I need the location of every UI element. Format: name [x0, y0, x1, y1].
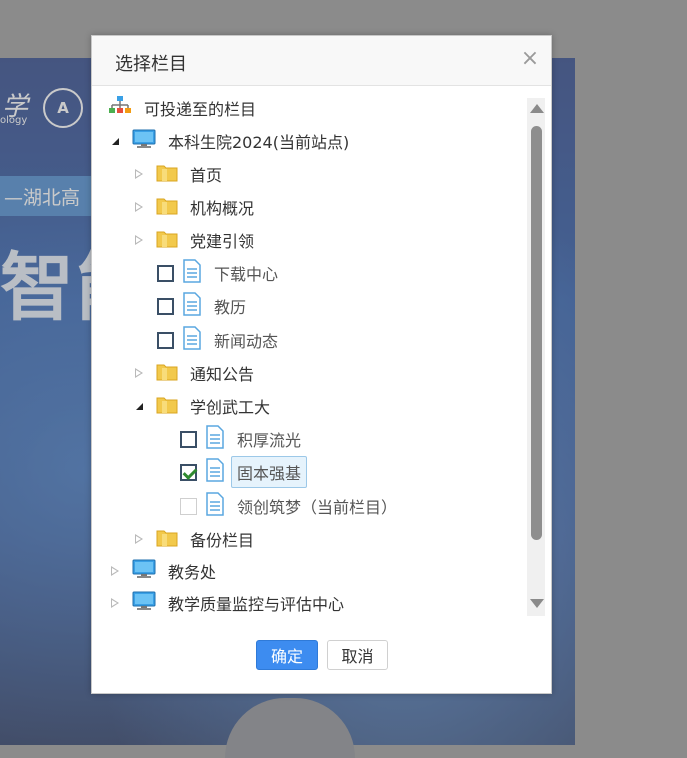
document-icon — [205, 458, 225, 486]
tree-item-label: 机构概况 — [190, 199, 255, 218]
tree-item-label: 学创武工大 — [190, 398, 271, 417]
tree-root-label: 可投递至的栏目 — [144, 100, 257, 119]
collapsed-toggle-icon[interactable] — [132, 366, 146, 380]
tree-item-org[interactable]: 机构概况 — [132, 192, 254, 222]
checkbox[interactable] — [157, 331, 174, 349]
scroll-down-arrow-icon[interactable] — [530, 599, 544, 608]
document-icon — [182, 326, 202, 354]
tree-item-notice[interactable]: 通知公告 — [132, 358, 254, 388]
tree-item-label: 积厚流光 — [237, 431, 302, 450]
document-icon — [205, 492, 225, 520]
tree-item-lingchuang: 领创筑梦（当前栏目） — [180, 491, 397, 521]
expanded-toggle-icon[interactable] — [132, 399, 146, 413]
checkbox[interactable] — [157, 297, 174, 315]
scroll-up-arrow-icon[interactable] — [530, 104, 544, 113]
select-column-dialog: 选择栏目 × 可投递至的栏目 本科生院2024(当前站点) 首页 机构概况 党建… — [91, 35, 552, 694]
background-emblem: A — [43, 88, 83, 128]
tree-item-site-undergrad[interactable]: 本科生院2024(当前站点) — [108, 126, 349, 156]
tree-item-label: 党建引领 — [190, 232, 255, 251]
collapsed-toggle-icon[interactable] — [132, 532, 146, 546]
folder-icon — [156, 361, 178, 385]
tree-item-xuechuang[interactable]: 学创武工大 — [132, 391, 270, 421]
background-person-image — [225, 698, 355, 758]
tree-item-jiaoli[interactable]: 教历 — [157, 291, 246, 321]
tree-item-label: 教务处 — [168, 563, 217, 582]
monitor-icon — [132, 129, 156, 153]
cancel-button[interactable]: 取消 — [327, 640, 388, 670]
folder-icon — [156, 527, 178, 551]
background-logo-subtext: ology — [0, 115, 28, 126]
tree-item-jihou[interactable]: 积厚流光 — [180, 424, 301, 454]
tree-item-label: 领创筑梦（当前栏目） — [237, 498, 398, 517]
column-tree: 可投递至的栏目 本科生院2024(当前站点) 首页 机构概况 党建引领 下载中心… — [102, 89, 545, 622]
folder-icon — [156, 228, 178, 252]
document-icon — [182, 259, 202, 287]
tree-item-site-jiaowu[interactable]: 教务处 — [108, 556, 216, 586]
tree-item-label: 下载中心 — [214, 265, 279, 284]
folder-icon — [156, 162, 178, 186]
folder-icon — [156, 195, 178, 219]
sitemap-icon — [108, 95, 132, 121]
tree-item-label: 本科生院2024(当前站点) — [168, 133, 350, 152]
collapsed-toggle-icon[interactable] — [108, 564, 122, 578]
tree-item-label: 新闻动态 — [214, 332, 279, 351]
tree-item-news[interactable]: 新闻动态 — [157, 325, 278, 355]
tree-item-guben[interactable]: 固本强基 — [180, 456, 308, 488]
collapsed-toggle-icon[interactable] — [132, 167, 146, 181]
scrollbar-thumb[interactable] — [531, 126, 542, 540]
checkbox[interactable] — [157, 264, 174, 282]
tree-item-label: 教历 — [214, 298, 247, 317]
tree-item-label-selected: 固本强基 — [231, 456, 308, 488]
close-icon[interactable]: × — [519, 48, 541, 70]
monitor-icon — [132, 591, 156, 615]
tree-item-label: 备份栏目 — [190, 531, 255, 550]
checkbox-disabled — [180, 497, 197, 515]
background-banner-text: —湖北高 — [0, 176, 100, 216]
tree-item-home[interactable]: 首页 — [132, 159, 222, 189]
tree-item-party[interactable]: 党建引领 — [132, 225, 254, 255]
tree-item-label: 首页 — [190, 166, 223, 185]
expanded-toggle-icon[interactable] — [108, 134, 122, 148]
monitor-icon — [132, 559, 156, 583]
checkbox-checked[interactable] — [180, 463, 197, 481]
collapsed-toggle-icon[interactable] — [108, 596, 122, 610]
tree-scrollbar[interactable] — [527, 98, 545, 616]
confirm-button[interactable]: 确定 — [256, 640, 318, 670]
folder-icon — [156, 394, 178, 418]
document-icon — [205, 425, 225, 453]
dialog-title: 选择栏目 — [115, 54, 187, 75]
collapsed-toggle-icon[interactable] — [132, 200, 146, 214]
tree-item-download[interactable]: 下载中心 — [157, 258, 278, 288]
tree-item-label: 通知公告 — [190, 365, 255, 384]
tree-item-label: 教学质量监控与评估中心 — [168, 595, 345, 614]
tree-item-backup[interactable]: 备份栏目 — [132, 524, 254, 554]
tree-root: 可投递至的栏目 — [108, 93, 256, 123]
tree-item-site-quality[interactable]: 教学质量监控与评估中心 — [108, 588, 344, 618]
checkbox[interactable] — [180, 430, 197, 448]
document-icon — [182, 292, 202, 320]
collapsed-toggle-icon[interactable] — [132, 233, 146, 247]
dialog-header: 选择栏目 × — [92, 36, 551, 86]
